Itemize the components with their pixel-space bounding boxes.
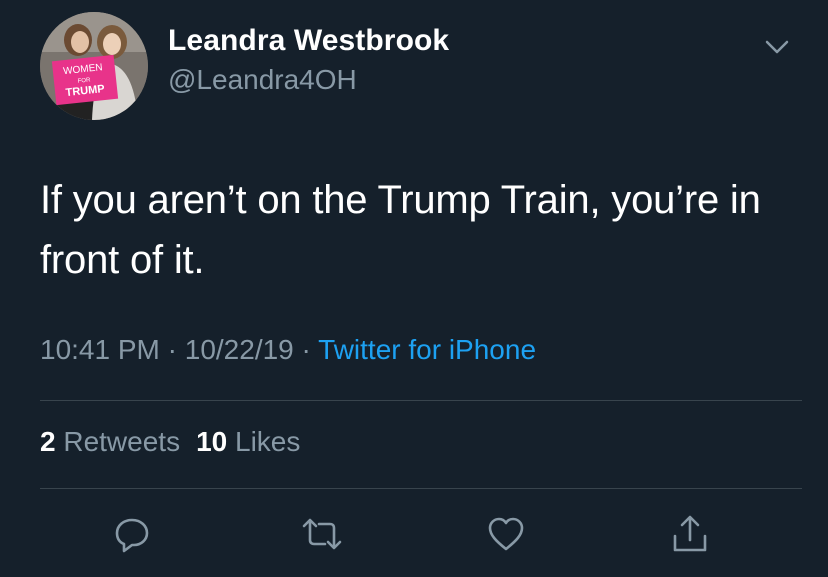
tweet-text: If you aren’t on the Trump Train, you’re… xyxy=(40,178,761,282)
reply-icon xyxy=(115,518,149,553)
meta-separator: · xyxy=(159,334,185,365)
tweet-detail: WOMEN FOR TRUMP Leandra Westbrook @Leand… xyxy=(0,0,828,577)
retweets-label: Retweets xyxy=(63,426,181,457)
tweet-source-link[interactable]: Twitter for iPhone xyxy=(318,334,536,365)
meta-separator: · xyxy=(293,334,319,365)
reply-button[interactable] xyxy=(110,512,154,556)
tweet-date: 10/22/19 xyxy=(184,334,294,365)
avatar[interactable]: WOMEN FOR TRUMP xyxy=(40,12,148,120)
divider xyxy=(40,488,802,489)
likes-count: 10 xyxy=(196,426,228,457)
chevron-down-icon[interactable] xyxy=(762,32,792,62)
heart-icon xyxy=(488,517,524,551)
tweet-stats: 2 Retweets 10 Likes xyxy=(40,426,300,458)
share-button[interactable] xyxy=(668,512,712,556)
like-button[interactable] xyxy=(484,512,528,556)
retweet-button[interactable] xyxy=(300,512,344,556)
likes-label: Likes xyxy=(235,426,301,457)
display-name[interactable]: Leandra Westbrook xyxy=(168,24,449,58)
avatar-photo: WOMEN FOR TRUMP xyxy=(40,12,148,120)
retweets-count: 2 xyxy=(40,426,56,457)
divider xyxy=(40,400,802,401)
user-handle[interactable]: @Leandra4OH xyxy=(168,64,357,96)
retweets-stat[interactable]: 2 Retweets xyxy=(40,426,180,457)
tweet-meta: 10:41 PM · 10/22/19 · Twitter for iPhone xyxy=(40,334,536,366)
retweet-icon xyxy=(302,518,342,550)
likes-stat[interactable]: 10 Likes xyxy=(196,426,300,457)
tweet-time: 10:41 PM xyxy=(40,334,160,365)
share-icon xyxy=(673,515,707,552)
